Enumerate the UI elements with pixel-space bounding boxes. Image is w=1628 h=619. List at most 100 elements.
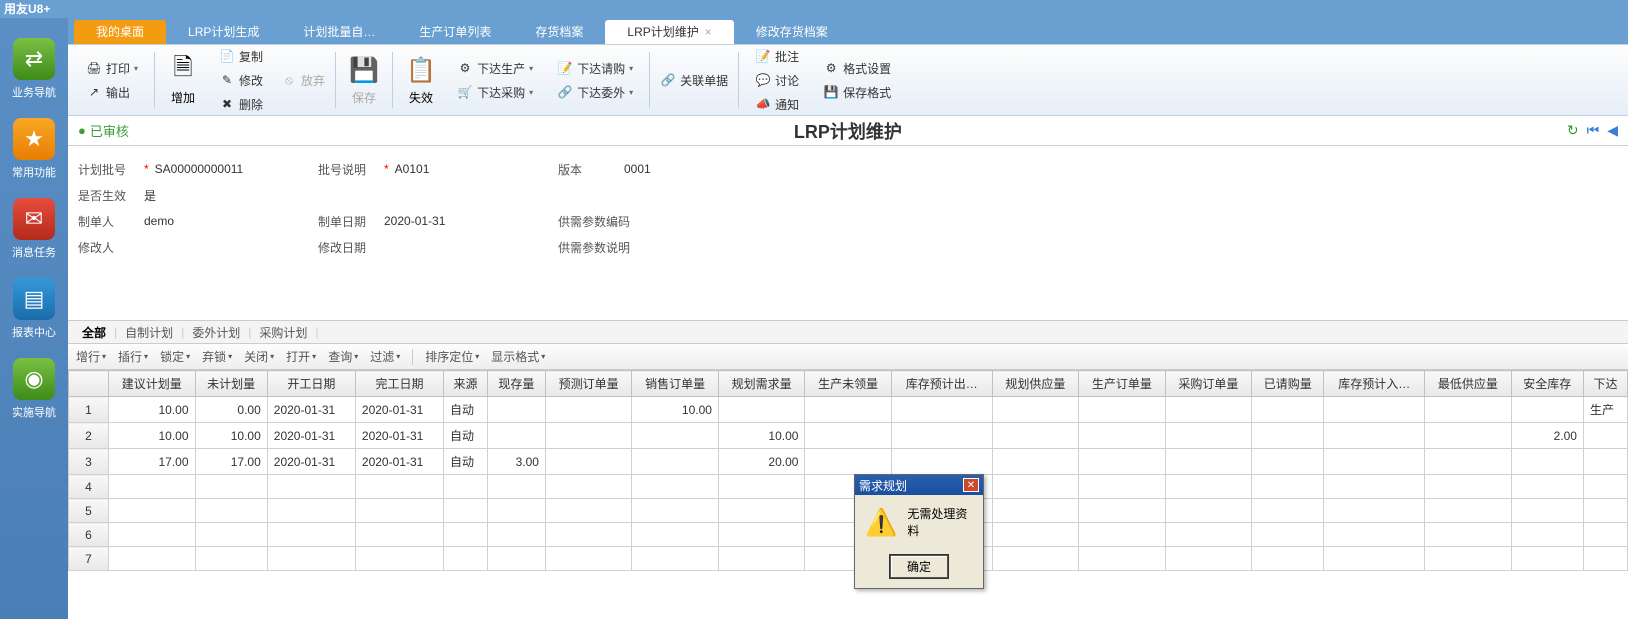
data-grid[interactable]: 建议计划量未计划量开工日期完工日期来源现存量预测订单量销售订单量规划需求量生产未…	[68, 370, 1628, 619]
column-header[interactable]: 库存预计入…	[1324, 371, 1425, 397]
dialog-ok-button[interactable]: 确定	[890, 555, 948, 578]
column-header[interactable]: 生产订单量	[1079, 371, 1166, 397]
save-format-button[interactable]: 💾保存格式	[819, 82, 895, 102]
column-header[interactable]: 库存预计出…	[891, 371, 992, 397]
nav-item-4[interactable]: ◉实施导航	[12, 358, 56, 420]
grid-tool-排序定位[interactable]: 排序定位 ▾	[425, 348, 479, 365]
output-button[interactable]: ↗输出	[82, 82, 142, 102]
edit-icon: ✎	[219, 72, 235, 88]
tab-存货档案[interactable]: 存货档案	[513, 20, 605, 44]
notify-button[interactable]: 📣通知	[751, 94, 803, 114]
nav-item-0[interactable]: ⇄业务导航	[12, 38, 56, 100]
modify-date-label: 修改日期	[318, 239, 378, 256]
version-value: 0001	[624, 162, 651, 176]
maker-value: demo	[144, 214, 174, 228]
column-header[interactable]: 规划供应量	[992, 371, 1079, 397]
column-header[interactable]: 现存量	[487, 371, 545, 397]
tab-close-icon[interactable]: ×	[705, 25, 712, 39]
modify-button[interactable]: ✎修改	[215, 70, 267, 90]
grid-toolbar: 增行 ▾ 插行 ▾ 锁定 ▾ 弃锁 ▾ 关闭 ▾ 打开 ▾ 查询 ▾ 过滤 ▾ 排序定位 ▾ 显示…	[68, 344, 1628, 370]
table-row[interactable]: 110.000.002020-01-312020-01-31自动10.00生产	[69, 397, 1628, 423]
tab-计划批量自…[interactable]: 计划批量自…	[281, 20, 397, 44]
column-header[interactable]: 销售订单量	[632, 371, 719, 397]
outsource-icon: 🔗	[557, 84, 573, 100]
column-header[interactable]: 采购订单量	[1165, 371, 1252, 397]
delete-button[interactable]: ✖删除	[215, 94, 267, 114]
save-icon: 💾	[348, 55, 380, 87]
discard-button: ⦸放弃	[277, 70, 329, 90]
issue-production-button[interactable]: ⚙下达生产▾	[453, 58, 537, 78]
issue-request-button[interactable]: 📝下达请购▾	[553, 58, 637, 78]
nav-label: 常用功能	[12, 164, 56, 180]
grid-tool-增行[interactable]: 增行 ▾	[76, 348, 106, 365]
nav-item-2[interactable]: ✉ 消息任务	[12, 198, 56, 260]
refresh-icon[interactable]: ↻	[1567, 122, 1579, 139]
column-header[interactable]: 开工日期	[267, 371, 355, 397]
tab-LRP计划生成[interactable]: LRP计划生成	[166, 20, 281, 44]
version-label: 版本	[558, 161, 618, 178]
tab-LRP计划维护[interactable]: LRP计划维护×	[605, 20, 733, 44]
nav-item-1[interactable]: ★常用功能	[12, 118, 56, 180]
plan-no-label: 计划批号	[78, 161, 138, 178]
nav-icon: ✉	[13, 198, 55, 240]
column-header[interactable]: 建议计划量	[109, 371, 196, 397]
tab-生产订单列表[interactable]: 生产订单列表	[397, 20, 513, 44]
issue-purchase-button[interactable]: 🛒下达采购▾	[453, 82, 537, 102]
grid-tool-查询[interactable]: 查询 ▾	[328, 348, 358, 365]
table-row[interactable]: 317.0017.002020-01-312020-01-31自动3.0020.…	[69, 449, 1628, 475]
add-icon: 🗎	[167, 55, 199, 87]
column-header[interactable]: 未计划量	[195, 371, 267, 397]
batch-desc-value: A0101	[395, 162, 430, 176]
tab-我的桌面[interactable]: 我的桌面	[74, 20, 166, 44]
print-button[interactable]: 🖨打印▾	[82, 58, 142, 78]
tab-修改存货档案[interactable]: 修改存货档案	[734, 20, 850, 44]
grid-tool-显示格式[interactable]: 显示格式 ▾	[491, 348, 545, 365]
format-settings-button[interactable]: ⚙格式设置	[819, 58, 895, 78]
column-header[interactable]: 最低供应量	[1425, 371, 1512, 397]
add-button[interactable]: 🗎增加	[161, 53, 205, 108]
column-header[interactable]: 预测订单量	[545, 371, 632, 397]
grid-tool-打开[interactable]: 打开 ▾	[286, 348, 316, 365]
grid-tool-关闭[interactable]: 关闭 ▾	[244, 348, 274, 365]
column-header[interactable]: 规划需求量	[718, 371, 805, 397]
issue-outsource-button[interactable]: 🔗下达委外▾	[553, 82, 637, 102]
table-row[interactable]: 4	[69, 475, 1628, 499]
sub-tab[interactable]: 采购计划	[251, 324, 315, 341]
column-header[interactable]: 完工日期	[355, 371, 443, 397]
grid-tool-插行[interactable]: 插行 ▾	[118, 348, 148, 365]
column-header[interactable]: 生产未领量	[805, 371, 892, 397]
remark-button[interactable]: 📝批注	[751, 46, 803, 66]
sub-tab[interactable]: 自制计划	[117, 324, 181, 341]
nav-label: 消息任务	[12, 244, 56, 260]
table-row[interactable]: 210.0010.002020-01-312020-01-31自动10.002.…	[69, 423, 1628, 449]
save-button: 💾保存	[342, 53, 386, 108]
dialog-title-text: 需求规划	[859, 477, 907, 494]
column-header[interactable]: 安全库存	[1511, 371, 1583, 397]
copy-button[interactable]: 📄复制	[215, 46, 267, 66]
sub-tab[interactable]: 全部	[74, 324, 114, 341]
page-title: LRP计划维护	[129, 118, 1567, 144]
column-header[interactable]: 已请购量	[1252, 371, 1324, 397]
table-row[interactable]: 7	[69, 547, 1628, 571]
invalid-button[interactable]: 📋失效	[399, 53, 443, 108]
nav-label: 业务导航	[12, 84, 56, 100]
sub-tab[interactable]: 委外计划	[184, 324, 248, 341]
prev-page-icon[interactable]: ◀	[1607, 122, 1618, 139]
check-icon: ●	[78, 123, 86, 138]
left-navigation: ⇄业务导航 ★常用功能 ✉ 消息任务 ▤报表中心 ◉实施导航	[0, 18, 68, 619]
grid-tool-过滤[interactable]: 过滤 ▾	[370, 348, 400, 365]
column-header[interactable]: 来源	[444, 371, 488, 397]
column-header[interactable]	[69, 371, 109, 397]
discuss-button[interactable]: 💬讨论	[751, 70, 803, 90]
table-row[interactable]: 5	[69, 499, 1628, 523]
first-page-icon[interactable]: ⏮	[1587, 122, 1600, 139]
grid-tool-弃锁[interactable]: 弃锁 ▾	[202, 348, 232, 365]
table-row[interactable]: 6	[69, 523, 1628, 547]
related-docs-button[interactable]: 🔗关联单据	[656, 70, 732, 90]
column-header[interactable]: 下达	[1583, 371, 1627, 397]
gear-icon: ⚙	[457, 60, 473, 76]
dialog-close-button[interactable]: ✕	[963, 478, 979, 492]
grid-sub-tabs: 全部|自制计划|委外计划|采购计划|	[68, 320, 1628, 344]
nav-item-3[interactable]: ▤报表中心	[12, 278, 56, 340]
grid-tool-锁定[interactable]: 锁定 ▾	[160, 348, 190, 365]
